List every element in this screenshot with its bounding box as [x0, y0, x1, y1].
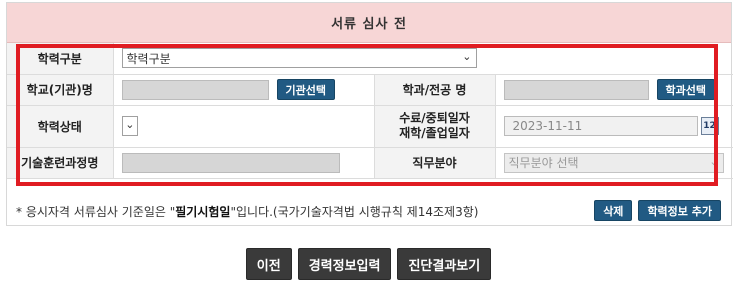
note-suffix: "입니다.(국가기술자격법 시행규칙 제14조제3항) — [230, 205, 479, 219]
prev-button[interactable]: 이전 — [245, 248, 292, 280]
major-label: 학과/전공 명 — [374, 74, 496, 106]
add-education-button[interactable]: 학력정보 추가 — [638, 200, 721, 221]
chevron-down-icon: ⌄ — [709, 154, 719, 168]
date-label: 수료/중퇴일자 재학/졸업일자 — [374, 105, 496, 148]
row-actions: 삭제 학력정보 추가 — [594, 200, 721, 221]
school-name-field[interactable] — [121, 79, 269, 100]
edu-status-select[interactable]: ⌄ — [121, 116, 138, 136]
job-field-label: 직무분야 — [374, 147, 496, 179]
form-row-status: 학력상태 ⌄ 수료/중퇴일자 재학/졸업일자 2023-11-11 12 — [7, 105, 733, 148]
calendar-icon[interactable]: 12 — [700, 117, 719, 135]
edu-type-label: 학력구분 — [7, 43, 114, 75]
bottom-navigation: 이전 경력정보입력 진단결과보기 — [0, 248, 737, 280]
date-input[interactable]: 2023-11-11 — [503, 116, 698, 136]
screening-note: * 응시자격 서류심사 기준일은 "필기시험일"입니다.(국가기술자격법 시행규… — [16, 203, 478, 220]
view-result-button[interactable]: 진단결과보기 — [397, 248, 492, 280]
select-major-button[interactable]: 학과선택 — [656, 79, 715, 100]
major-name-field[interactable] — [503, 79, 649, 100]
chevron-down-icon: ⌄ — [125, 118, 135, 131]
school-label: 학교(기관)명 — [7, 74, 114, 106]
job-field-select-value: 직무분야 선택 — [508, 156, 579, 170]
delete-button[interactable]: 삭제 — [594, 200, 633, 221]
panel-title: 서류 심사 전 — [331, 17, 407, 32]
form-row-school: 학교(기관)명 기관선택 학과/전공 명 학과선택 — [7, 74, 733, 106]
date-label-line1: 수료/중퇴일자 — [399, 111, 470, 125]
edu-type-select-value: 학력구분 — [126, 51, 171, 66]
note-bold: 필기시험일 — [175, 205, 231, 219]
education-panel: 서류 심사 전 학력구분 학력구분 ⌄ 학교(기관)명 기관선택 학과/전공 명… — [6, 2, 733, 226]
training-label: 기술훈련과정명 — [7, 147, 114, 179]
chevron-down-icon: ⌄ — [462, 50, 472, 64]
note-prefix: * 응시자격 서류심사 기준일은 " — [16, 205, 176, 219]
training-name-field[interactable] — [121, 152, 340, 173]
job-field-select[interactable]: 직무분야 선택 ⌄ — [503, 152, 724, 173]
date-label-line2: 재학/졸업일자 — [399, 126, 470, 140]
edu-status-label: 학력상태 — [7, 105, 114, 148]
edu-type-select[interactable]: 학력구분 ⌄ — [121, 48, 477, 69]
form-row-edu-type: 학력구분 학력구분 ⌄ — [7, 43, 733, 75]
panel-header: 서류 심사 전 — [7, 3, 731, 43]
education-form: 학력구분 학력구분 ⌄ 학교(기관)명 기관선택 학과/전공 명 학과선택 학력… — [7, 43, 733, 179]
career-input-button[interactable]: 경력정보입력 — [297, 248, 392, 280]
select-institution-button[interactable]: 기관선택 — [276, 79, 335, 100]
form-row-training: 기술훈련과정명 직무분야 직무분야 선택 ⌄ — [7, 147, 733, 179]
